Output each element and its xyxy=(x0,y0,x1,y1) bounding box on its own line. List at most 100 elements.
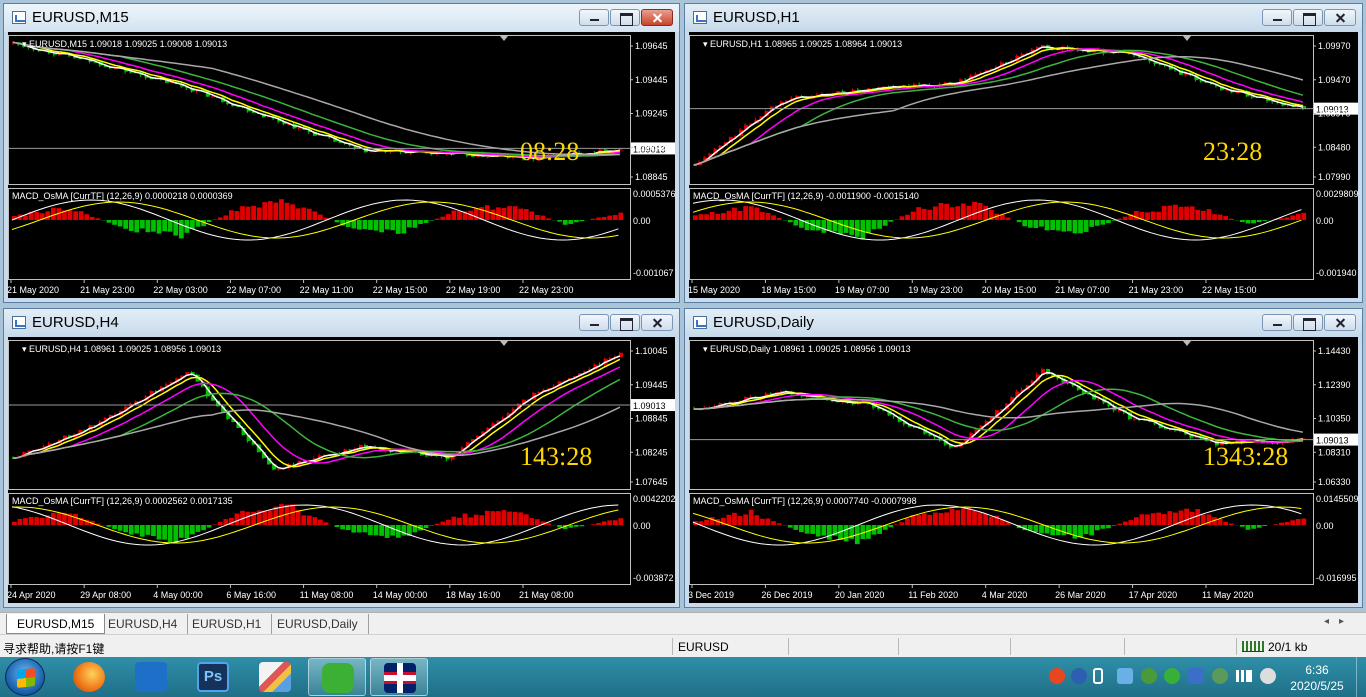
macd-histogram-bar xyxy=(1217,518,1223,525)
minimize-button[interactable] xyxy=(579,9,609,26)
window-titlebar[interactable]: EURUSD,H4 xyxy=(4,309,679,337)
macd-histogram-bar xyxy=(318,214,323,220)
maximize-button[interactable] xyxy=(610,9,640,26)
tab-eurusd-h1[interactable]: EURUSD,H1 xyxy=(182,614,273,634)
network-box-icon[interactable] xyxy=(1117,668,1133,684)
show-desktop-button[interactable] xyxy=(1356,657,1366,697)
taskbar-mail[interactable] xyxy=(122,658,180,696)
tab-eurusd-daily[interactable]: EURUSD,Daily xyxy=(267,614,369,634)
taskbar-mt4[interactable] xyxy=(370,658,428,696)
macd-panel-frame xyxy=(689,188,1314,280)
security-icon[interactable] xyxy=(1212,668,1228,684)
macd-histogram-bar xyxy=(1195,509,1201,525)
time-axis-label: 19 May 23:00 xyxy=(908,285,963,295)
macd-histogram-bar xyxy=(1251,525,1256,529)
macd-histogram-bar xyxy=(429,220,435,221)
macd-histogram-bar xyxy=(799,525,804,533)
macd-histogram-bar xyxy=(445,214,451,220)
macd-histogram-bar xyxy=(1161,514,1167,525)
clock[interactable]: 6:36 2020/5/25 xyxy=(1284,662,1350,694)
help-icon[interactable] xyxy=(1071,668,1087,684)
maximize-button[interactable] xyxy=(1293,9,1323,26)
macd-histogram-bar xyxy=(966,507,972,525)
macd-histogram-bar xyxy=(334,525,340,527)
macd-histogram-bar xyxy=(178,525,184,538)
volume-muted-icon[interactable] xyxy=(1260,668,1276,684)
tab-eurusd-h4[interactable]: EURUSD,H4 xyxy=(98,614,189,634)
clock-date: 2020/5/25 xyxy=(1290,679,1344,693)
window-title: EURUSD,M15 xyxy=(32,9,129,26)
chart-window-m15[interactable]: EURUSD,M15 1.09013 1.09645 1.09445 1.09245 1… xyxy=(3,3,680,303)
macd-histogram-bar xyxy=(173,525,179,543)
tab-scroll-arrows-icon[interactable]: ◂▸ xyxy=(1324,616,1354,627)
chart-area[interactable]: 1.09013 1.09970 1.09470 1.08970 1.08480 1.079… xyxy=(689,32,1358,298)
price-chart[interactable]: 1.090131.096451.094451.092451.090451.088… xyxy=(8,32,675,298)
taskbar-wechat[interactable] xyxy=(308,658,366,696)
start-button[interactable] xyxy=(5,658,45,696)
macd-histogram-bar xyxy=(362,220,368,230)
window-titlebar[interactable]: EURUSD,Daily xyxy=(685,309,1362,337)
macd-histogram-bar xyxy=(379,525,384,536)
taskbar-photoshop[interactable]: Ps xyxy=(184,658,242,696)
minimize-button[interactable] xyxy=(579,314,609,331)
window-titlebar[interactable]: EURUSD,M15 xyxy=(4,4,679,32)
time-axis-label: 11 Feb 2020 xyxy=(908,590,958,600)
tab-eurusd-m15[interactable]: EURUSD,M15 xyxy=(6,614,106,634)
chart-area[interactable]: 1.09013 1.14430 1.12390 1.10350 1.08310 1.063… xyxy=(689,337,1358,603)
close-button[interactable] xyxy=(1324,9,1356,26)
chart-window-h4[interactable]: EURUSD,H4 1.09013 1.10045 1.09445 1.08845 1.… xyxy=(3,308,680,608)
maximize-button[interactable] xyxy=(610,314,640,331)
macd-histogram-bar xyxy=(1273,524,1279,525)
macd-histogram-bar xyxy=(1223,521,1229,525)
taskbar-paint[interactable] xyxy=(246,658,304,696)
current-price-label: 1.09013 xyxy=(1316,436,1349,446)
macd-histogram-bar xyxy=(748,509,754,525)
macd-histogram-bar xyxy=(23,215,28,220)
macd-histogram-bar xyxy=(1284,217,1290,220)
minimize-button[interactable] xyxy=(1262,9,1292,26)
macd-histogram-bar xyxy=(1245,525,1251,530)
chart-shift-marker-icon xyxy=(1183,36,1191,41)
minimize-button[interactable] xyxy=(1262,314,1292,331)
macd-axis-label: -0.003872 xyxy=(633,573,674,583)
price-chart[interactable]: 1.09013 1.14430 1.12390 1.10350 1.08310 1.063… xyxy=(689,337,1358,603)
usb-icon[interactable] xyxy=(1093,668,1103,684)
chart-area[interactable]: 1.09013 1.10045 1.09445 1.08845 1.08245 1.076… xyxy=(8,337,675,603)
macd-histogram-bar xyxy=(1122,521,1128,525)
window-titlebar[interactable]: EURUSD,H1 xyxy=(685,4,1362,32)
macd-histogram-bar xyxy=(955,206,961,220)
wechat-tray-icon[interactable] xyxy=(1164,668,1180,684)
macd-label: MACD_OsMA [CurrTF] (12,26,9) 0.0000218 0… xyxy=(12,191,233,201)
sogou-icon[interactable] xyxy=(1049,668,1065,684)
signal-icon[interactable] xyxy=(1236,670,1252,682)
macd-histogram-bar xyxy=(1106,525,1111,529)
macd-histogram-bar xyxy=(1033,220,1039,228)
close-button[interactable] xyxy=(1324,314,1356,331)
macd-histogram-bar xyxy=(534,519,540,525)
price-chart[interactable]: 1.09013 1.10045 1.09445 1.08845 1.08245 1.076… xyxy=(8,337,675,603)
macd-histogram-bar xyxy=(557,525,562,528)
macd-histogram-bar xyxy=(145,525,151,535)
shield-icon[interactable] xyxy=(1188,668,1204,684)
maximize-button[interactable] xyxy=(1293,314,1323,331)
macd-histogram-bar xyxy=(1184,206,1189,220)
chart-area[interactable]: 1.09013 1.09645 1.09445 1.09245 1.09045 1.088… xyxy=(8,32,675,298)
macd-histogram-bar xyxy=(1100,525,1106,529)
close-button[interactable] xyxy=(641,9,673,26)
time-axis-label: 15 May 2020 xyxy=(689,285,740,295)
macd-histogram-bar xyxy=(590,218,596,220)
macd-histogram-bar xyxy=(743,206,749,220)
taskbar-firefox[interactable] xyxy=(60,658,118,696)
macd-histogram-bar xyxy=(201,525,206,531)
chart-window-daily[interactable]: EURUSD,Daily 1.09013 1.14430 1.12390 1.1035… xyxy=(684,308,1363,608)
macd-axis-label: 0.00 xyxy=(633,216,651,226)
macd-histogram-bar xyxy=(944,512,949,525)
macd-histogram-bar xyxy=(1245,220,1251,224)
macd-histogram-bar xyxy=(1061,220,1067,232)
chart-window-h1[interactable]: EURUSD,H1 1.09013 1.09970 1.09470 1.08970 1.… xyxy=(684,3,1363,303)
macd-histogram-bar xyxy=(151,220,156,232)
share-icon[interactable] xyxy=(1141,668,1157,684)
price-chart[interactable]: 1.090131.099701.094701.089701.084801.079… xyxy=(689,32,1358,298)
close-button[interactable] xyxy=(641,314,673,331)
macd-histogram-bar xyxy=(888,220,894,222)
